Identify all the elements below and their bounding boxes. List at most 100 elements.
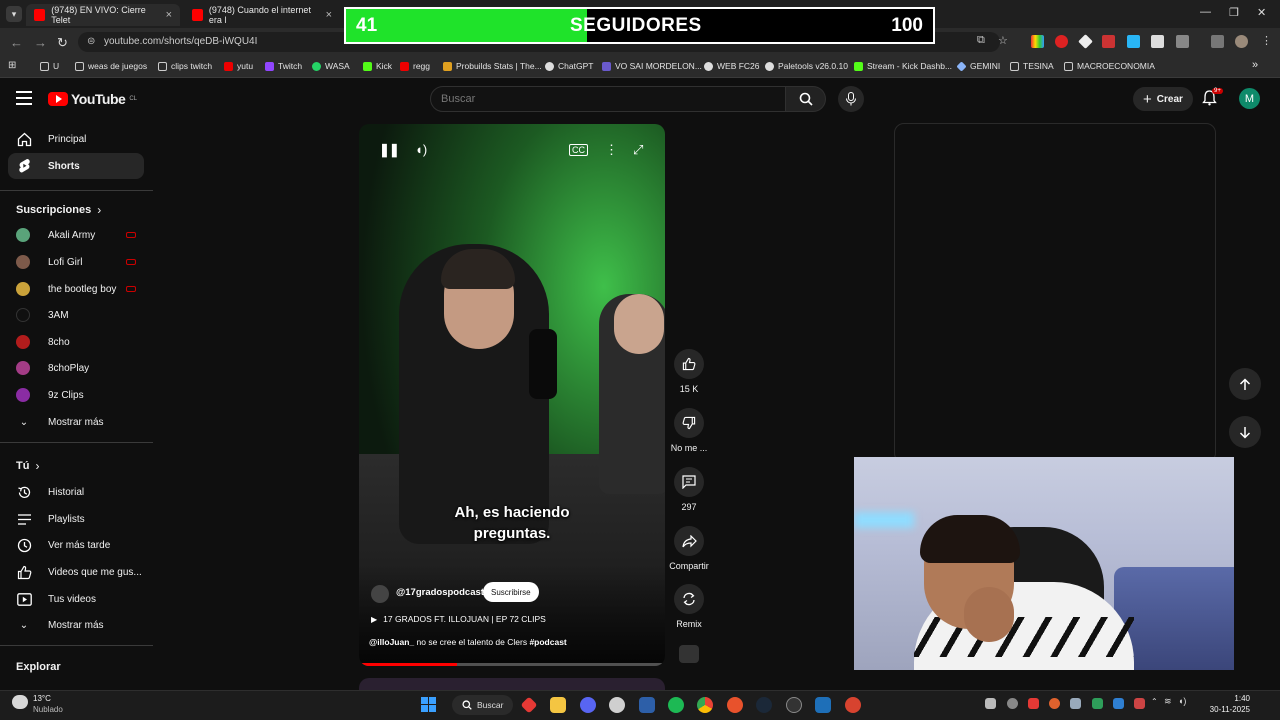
pause-icon[interactable]: ❚❚ bbox=[379, 142, 400, 158]
sidebar-item-shorts[interactable]: Shorts bbox=[8, 153, 144, 179]
maximize-icon[interactable]: ❐ bbox=[1229, 6, 1239, 19]
tab-search-button[interactable]: ▾ bbox=[6, 6, 22, 22]
you-header[interactable]: Tú › bbox=[16, 459, 39, 473]
bookmark-item[interactable]: WASA bbox=[312, 61, 350, 71]
extension-badge-icon[interactable] bbox=[1102, 35, 1115, 48]
taskbar-app-icon[interactable] bbox=[845, 697, 861, 713]
show-more-you[interactable]: ⌄ Mostrar más bbox=[8, 612, 144, 638]
subscription-item[interactable]: Akali Army bbox=[8, 222, 144, 248]
hashtag-link[interactable]: #podcast bbox=[529, 637, 566, 647]
bookmark-item[interactable]: Kick bbox=[363, 61, 392, 71]
video-description[interactable]: @illoJuan_ no se cree el talento de Cler… bbox=[369, 637, 567, 647]
share-button[interactable]: Compartir bbox=[668, 526, 710, 571]
shorts-video-player[interactable]: ❚❚ ◖) CC ⋮ ⤢ Ah, es haciendo preguntas. … bbox=[359, 124, 665, 666]
forward-icon[interactable]: → bbox=[34, 35, 47, 50]
bookmark-item[interactable]: WEB FC26 bbox=[704, 61, 760, 71]
sidebar-item-principal[interactable]: Principal bbox=[8, 126, 144, 152]
show-more-subscriptions[interactable]: ⌄ Mostrar más bbox=[8, 409, 144, 435]
steam-icon[interactable] bbox=[756, 697, 772, 713]
extension-red-icon[interactable] bbox=[1055, 35, 1068, 48]
audio-track-thumbnail[interactable] bbox=[679, 645, 699, 663]
tray-icon[interactable] bbox=[1007, 698, 1018, 709]
voice-search-button[interactable] bbox=[838, 86, 864, 112]
tray-icon[interactable] bbox=[1113, 698, 1124, 709]
bookmark-item[interactable]: VO SAI MORDELON... bbox=[602, 61, 702, 71]
browser-tab-1[interactable]: (9748) EN VIVO: Cierre Telet × bbox=[26, 4, 180, 26]
create-button[interactable]: + Crear bbox=[1133, 87, 1193, 111]
site-info-icon[interactable]: ⊜ bbox=[87, 36, 95, 47]
channel-avatar[interactable] bbox=[371, 585, 389, 603]
subscription-item[interactable]: 9z Clips bbox=[8, 382, 144, 408]
more-options-icon[interactable]: ⋮ bbox=[605, 142, 618, 158]
bookmark-item[interactable]: MACROECONOMIA bbox=[1064, 61, 1155, 71]
weather-temperature[interactable]: 13°C bbox=[33, 694, 51, 703]
microphone-muted-icon[interactable] bbox=[1134, 698, 1145, 709]
sidebar-item-ver-mas-tarde[interactable]: Ver más tarde bbox=[8, 532, 144, 558]
subscription-item[interactable]: 8choPlay bbox=[8, 355, 144, 381]
previous-short-button[interactable] bbox=[1229, 368, 1261, 400]
taskbar-app-icon[interactable] bbox=[609, 697, 625, 713]
search-button[interactable] bbox=[786, 86, 826, 112]
tray-icon[interactable] bbox=[1092, 698, 1103, 709]
chrome-icon[interactable] bbox=[697, 697, 713, 713]
subscribe-button[interactable]: Suscribirse bbox=[483, 582, 539, 602]
back-icon[interactable]: ← bbox=[10, 35, 23, 50]
extension-white-icon[interactable] bbox=[1151, 35, 1164, 48]
browser-tab-2[interactable]: (9748) Cuando el internet era l × bbox=[184, 4, 340, 26]
weather-cloud-icon[interactable] bbox=[12, 695, 28, 709]
sidebar-item-liked-videos[interactable]: Videos que me gus... bbox=[8, 559, 144, 585]
bookmark-item[interactable]: TESINA bbox=[1010, 61, 1054, 71]
sidebar-item-historial[interactable]: Historial bbox=[8, 479, 144, 505]
bookmark-item[interactable]: GEMINI bbox=[956, 60, 1000, 72]
sidebar-item-tus-videos[interactable]: Tus videos bbox=[8, 586, 144, 612]
channel-name[interactable]: @17gradospodcast bbox=[396, 587, 484, 598]
subscription-item[interactable]: the bootleg boy bbox=[8, 276, 144, 302]
bookmark-item[interactable]: clips twitch bbox=[158, 61, 212, 71]
subscription-item[interactable]: 3AM bbox=[8, 302, 144, 328]
account-avatar[interactable]: M bbox=[1239, 88, 1260, 109]
tray-icon[interactable] bbox=[1070, 698, 1081, 709]
remix-button[interactable]: Remix bbox=[668, 584, 710, 629]
taskbar-app-icon[interactable] bbox=[639, 697, 655, 713]
wifi-icon[interactable]: ≋ bbox=[1164, 696, 1172, 707]
url-text[interactable]: youtube.com/shorts/qeDB-iWQU4I bbox=[104, 36, 257, 47]
close-tab-icon[interactable]: × bbox=[166, 9, 172, 21]
browser-menu-icon[interactable]: ⋮ bbox=[1261, 34, 1272, 47]
fullscreen-icon[interactable]: ⤢ bbox=[633, 142, 643, 158]
video-progress-bar[interactable] bbox=[359, 663, 665, 666]
bookmark-item[interactable]: Probuilds Stats | The... bbox=[443, 61, 542, 71]
taskbar-app-icon[interactable] bbox=[727, 697, 743, 713]
youtube-logo[interactable]: YouTube CL bbox=[48, 91, 137, 107]
weather-description[interactable]: Nublado bbox=[33, 705, 63, 714]
comments-button[interactable]: 297 bbox=[668, 467, 710, 512]
volume-icon[interactable]: ◖) bbox=[415, 142, 427, 157]
taskbar-app-icon[interactable] bbox=[815, 697, 831, 713]
sidebar-item-playlists[interactable]: Playlists bbox=[8, 506, 144, 532]
bookmark-item[interactable]: U bbox=[40, 61, 59, 71]
discord-icon[interactable] bbox=[580, 697, 596, 713]
bookmark-item[interactable]: Paletools v26.0.10 bbox=[765, 61, 848, 71]
tray-icon[interactable] bbox=[1028, 698, 1039, 709]
spotify-icon[interactable] bbox=[668, 697, 684, 713]
chevron-up-icon[interactable]: ⌃ bbox=[1151, 697, 1158, 706]
like-button[interactable]: 15 K bbox=[668, 349, 710, 394]
more-bookmarks-icon[interactable]: » bbox=[1252, 59, 1258, 71]
subscriptions-header[interactable]: Suscripciones › bbox=[16, 203, 101, 217]
taskbar-search[interactable]: Buscar bbox=[452, 695, 514, 715]
volume-icon[interactable]: ◖) bbox=[1178, 696, 1186, 706]
tray-icon[interactable] bbox=[1049, 698, 1060, 709]
file-explorer-icon[interactable] bbox=[550, 697, 566, 713]
reading-list-icon[interactable] bbox=[1211, 35, 1224, 48]
windows-start-icon[interactable] bbox=[421, 697, 436, 712]
video-title-link[interactable]: ▶ 17 GRADOS FT. ILLOJUAN | EP 72 CLIPS bbox=[371, 614, 546, 624]
dislike-button[interactable]: No me ... bbox=[668, 408, 710, 453]
bookmark-star-icon[interactable]: ☆ bbox=[998, 34, 1008, 47]
minimize-icon[interactable]: — bbox=[1200, 6, 1211, 18]
profile-icon[interactable] bbox=[1235, 35, 1248, 48]
close-window-icon[interactable]: ✕ bbox=[1257, 6, 1266, 19]
extension-blue-icon[interactable] bbox=[1127, 35, 1140, 48]
subscription-item[interactable]: 8cho bbox=[8, 329, 144, 355]
bookmark-item[interactable]: regg bbox=[400, 61, 430, 71]
taskbar-clock[interactable]: 1:40 30-11-2025 bbox=[1198, 693, 1250, 715]
taskbar-app-icon[interactable] bbox=[786, 697, 802, 713]
